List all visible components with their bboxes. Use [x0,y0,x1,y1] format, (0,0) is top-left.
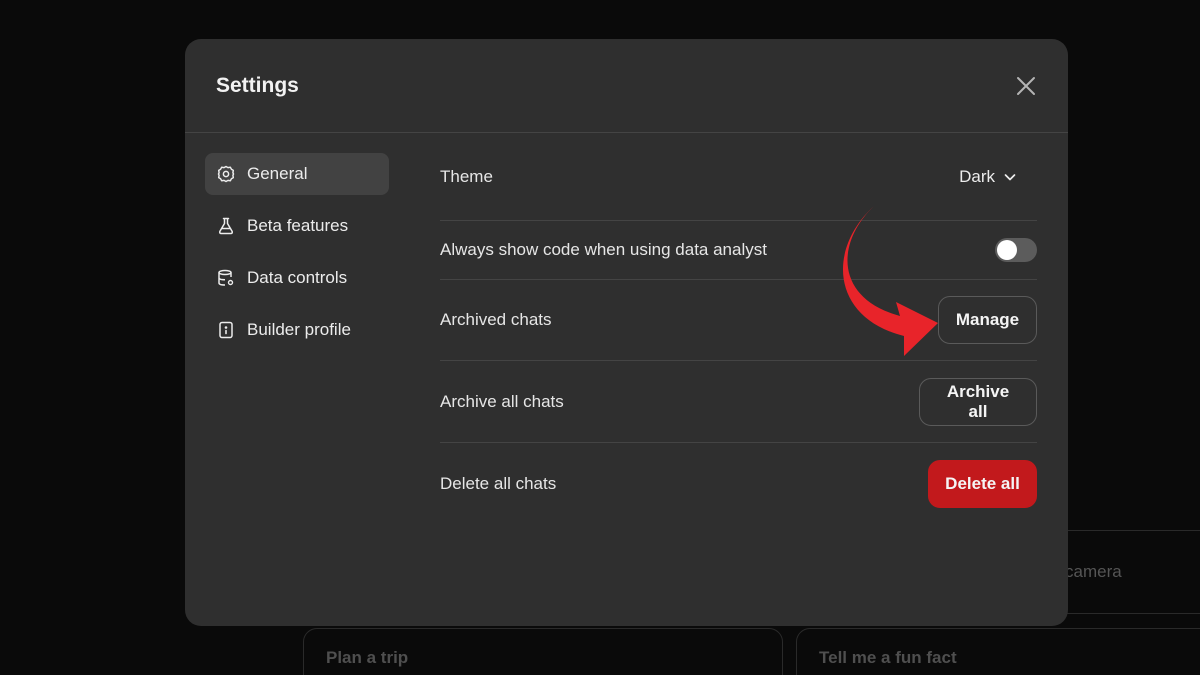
database-icon [217,269,235,287]
sidebar-item-label: Data controls [247,268,348,287]
chevron-down-icon [1004,173,1016,180]
close-icon [1017,76,1035,95]
close-button[interactable] [1012,72,1040,100]
theme-dropdown[interactable]: Dark [959,167,1037,187]
settings-row-delete-all: Delete all chats Delete all [440,443,1037,524]
archive-all-label: Archive all chats [440,391,564,411]
sidebar-item-general[interactable]: General [205,153,389,195]
manage-button[interactable]: Manage [938,296,1037,344]
sidebar-item-label: Beta features [247,216,349,235]
settings-content: Theme Dark Always show code when using d… [440,133,1037,524]
bg-suggestion-card: Tell me a fun fact [796,628,1200,675]
theme-label: Theme [440,166,493,186]
show-code-label: Always show code when using data analyst [440,240,767,259]
bg-suggestion-label: Tell me a fun fact [819,648,957,667]
gear-icon [217,165,235,183]
flask-icon [217,217,235,235]
archived-chats-label: Archived chats [440,310,552,329]
settings-modal: Settings General Beta features Data cont… [185,39,1068,626]
delete-all-button[interactable]: Delete all [928,459,1037,508]
delete-all-label: Delete all chats [440,473,557,493]
modal-header: Settings [185,39,1068,133]
settings-row-archive-all: Archive all chats Archive all [440,361,1037,443]
bg-suggestion-card: Plan a trip [303,628,783,675]
show-code-toggle[interactable] [995,238,1037,262]
theme-value: Dark [959,166,995,186]
sidebar-item-data-controls[interactable]: Data controls [205,257,389,299]
id-card-icon [217,321,235,339]
settings-row-theme: Theme Dark [440,133,1037,221]
bg-suggestion-label: camera [1065,562,1122,581]
screen: camera Plan a trip Tell me a fun fact Se… [0,0,1200,675]
sidebar-item-label: General [247,164,308,183]
settings-sidebar: General Beta features Data controls Buil… [205,153,389,361]
bg-suggestion-label: Plan a trip [326,648,409,667]
toggle-knob [997,240,1017,260]
settings-row-archived-chats: Archived chats Manage [440,280,1037,361]
sidebar-item-builder-profile[interactable]: Builder profile [205,309,389,351]
sidebar-item-beta-features[interactable]: Beta features [205,205,389,247]
modal-title: Settings [216,73,299,97]
modal-body: General Beta features Data controls Buil… [185,133,1068,626]
settings-row-show-code: Always show code when using data analyst [440,221,1037,280]
archive-all-button[interactable]: Archive all [919,377,1037,426]
sidebar-item-label: Builder profile [247,320,351,339]
